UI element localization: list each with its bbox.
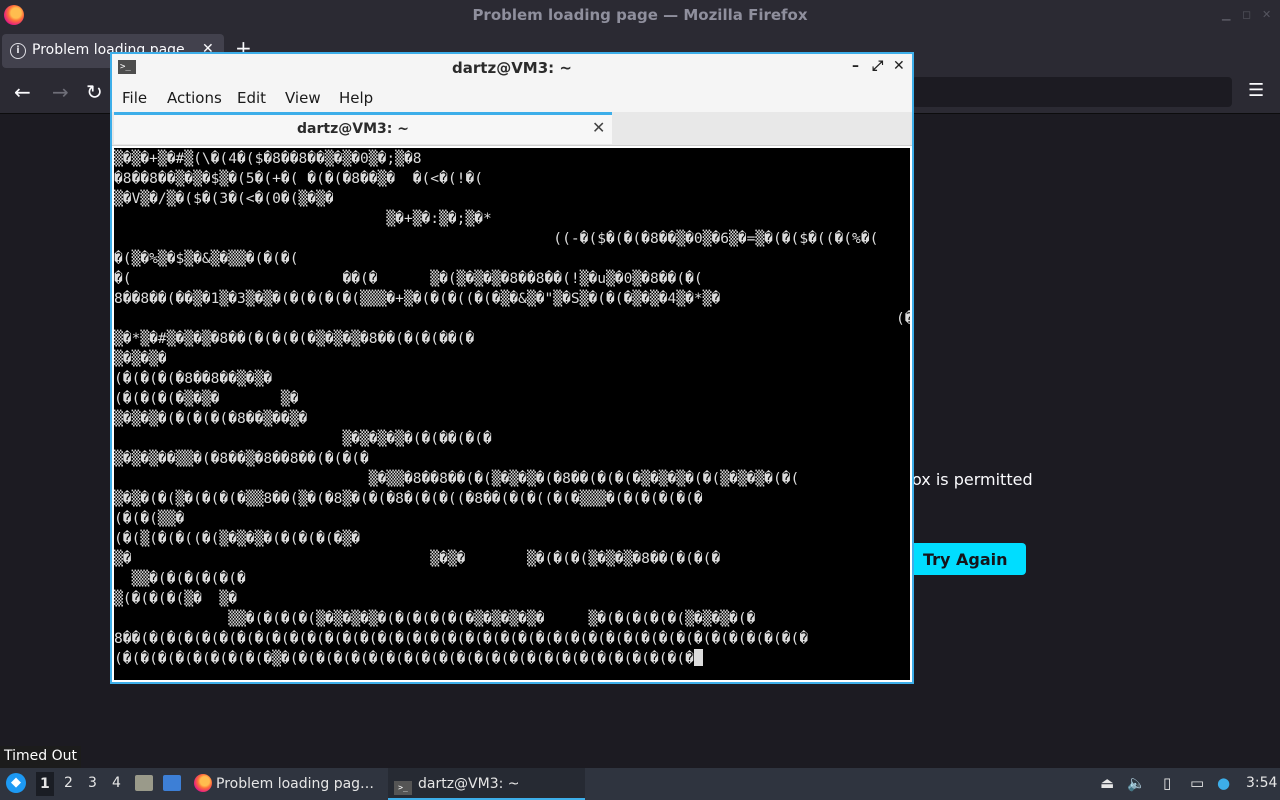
task-label: dartz@VM3: ~ (418, 776, 520, 792)
info-icon: i (10, 43, 26, 59)
clipboard-icon[interactable]: ▯ (1163, 774, 1171, 792)
terminal-tab-bar: dartz@VM3: ~ ✕ (112, 112, 912, 146)
terminal-line: ▒�▒�▒�▒�(�(��(�(� (114, 430, 492, 447)
terminal-line: ▒(�(�(�(▒� ▒� (114, 590, 238, 607)
terminal-line: ▒▒�(�(�(�(�(� (114, 570, 246, 587)
back-icon[interactable]: ← (14, 80, 31, 104)
terminal-titlebar: >_ dartz@VM3: ~ – ⤢ ✕ (112, 54, 912, 82)
terminal-line: ▒�▒�+▒�#▒(\�(4�($�8��8��▒�▒�0▒�;▒�8 (114, 150, 422, 167)
terminal-line: ▒�▒�(�(▒�(�(�(�▒▒8��(▒�(�8▒�(�(�8�(�(�((… (114, 490, 703, 507)
terminal-line: (�(� (114, 310, 910, 327)
try-again-button[interactable]: Try Again (909, 543, 1026, 575)
maximize-icon[interactable]: ◻ (1242, 8, 1251, 21)
app-launcher-icon[interactable]: ◆ (6, 773, 26, 793)
display-icon[interactable]: ▭ (1190, 774, 1204, 792)
terminal-line: �8��8��▒�▒�$▒�(5�(+�( �(�(�8��▒� �(<�(!�… (114, 170, 484, 187)
terminal-line: �( ��(� ▒�(▒�▒�▒�8��8��(!▒�u▒�0▒�8��(�( (114, 270, 703, 287)
error-text: ox is permitted (912, 470, 1033, 489)
terminal-output[interactable]: ▒�▒�+▒�#▒(\�(4�($�8��8��▒�▒�0▒�;▒�8 �8��8… (114, 148, 910, 680)
terminal-line: ▒�V▒�/▒�($�(3�(<�(0�(▒�▒� (114, 190, 334, 207)
terminal-tab-label: dartz@VM3: ~ (297, 121, 409, 137)
notification-icon[interactable]: ● (1217, 774, 1230, 792)
terminal-line: 8��(�(�(�(�(�(�(�(�(�(�(�(�(�(�(�(�(�(�(… (114, 630, 809, 647)
workspace-1[interactable]: 1 (36, 772, 54, 796)
menu-view[interactable]: View (285, 89, 321, 107)
terminal-line: ▒�▒�▒��▒▒�(�8��▒�8��8��(�(�(� (114, 450, 369, 467)
terminal-line: ▒�▒▒�8��8��(�(▒�▒�▒�(�8��(�(�(�▒�▒�▒�(�(… (114, 470, 800, 487)
terminal-line: ▒▒�(�(�(�(▒�▒�▒�▒�(�(�(�(�(�▒�▒�▒�▒� ▒�(… (114, 610, 756, 627)
menu-edit[interactable]: Edit (237, 89, 266, 107)
terminal-cursor (693, 649, 703, 666)
hamburger-menu-icon[interactable]: ☰ (1248, 80, 1264, 101)
terminal-line: ((-�($�(�(�8��▒�0▒�6▒�=▒�(�($�((�(%�( (114, 230, 879, 247)
terminal-window-title: dartz@VM3: ~ (452, 59, 572, 77)
tooltip: Timed Out (0, 746, 81, 768)
maximize-icon[interactable]: ⤢ (872, 58, 883, 74)
clock: 3:54 (1246, 775, 1278, 791)
reload-icon[interactable]: ↻ (86, 80, 103, 104)
task-label: Problem loading pag… (216, 776, 375, 792)
taskbar: ◆ 1 2 3 4 Problem loading pag… >_ dartz@V… (0, 768, 1280, 800)
menu-file[interactable]: File (122, 89, 147, 107)
workspace-3[interactable]: 3 (88, 775, 97, 791)
minimize-icon[interactable]: ▁ (1222, 8, 1230, 21)
file-manager-icon[interactable] (135, 775, 153, 791)
terminal-window: >_ dartz@VM3: ~ – ⤢ ✕ File Actions Edit … (110, 52, 914, 684)
tab-close-icon[interactable]: ✕ (592, 118, 605, 137)
volume-icon[interactable]: 🔈 (1127, 774, 1146, 792)
terminal-line: ▒�*▒�#▒�▒�▒�8��(�(�(�(�▒�▒�▒�8��(�(�(��(… (114, 330, 475, 347)
terminal-line: ▒�▒�▒�(�(�(�(�8��▒��▒� (114, 410, 308, 427)
terminal-line: ▒�+▒�:▒�;▒�* (114, 210, 492, 227)
terminal-line: �(▒�%▒�$▒�&▒�▒▒�(�(�( (114, 250, 299, 267)
workspace-2[interactable]: 2 (64, 775, 73, 791)
forward-icon[interactable]: → (52, 80, 69, 104)
url-bar[interactable] (912, 77, 1232, 107)
firefox-titlebar: Problem loading page — Mozilla Firefox ▁… (0, 0, 1280, 30)
terminal-tab[interactable]: dartz@VM3: ~ ✕ (114, 112, 612, 144)
terminal-menu-bar: File Actions Edit View Help (112, 82, 912, 112)
storage-icon[interactable]: ⏏ (1100, 774, 1114, 792)
firefox-icon (194, 774, 212, 792)
minimize-icon[interactable]: – (852, 58, 859, 74)
task-terminal[interactable]: >_ dartz@VM3: ~ (388, 768, 585, 800)
terminal-line: (�(�(�(�8��8��▒�▒� (114, 370, 273, 387)
terminal-line: (�(�(�(�(�(�(�(�(�▒�(�(�(�(�(�(�(�(�(�(�… (114, 649, 910, 669)
terminal-icon: >_ (394, 781, 412, 795)
menu-actions[interactable]: Actions (167, 89, 222, 107)
firefox-window-title: Problem loading page — Mozilla Firefox (472, 6, 808, 24)
terminal-line: (�(▒(�(�((�(▒�▒�▒�(�(�(�(�▒� (114, 530, 361, 547)
terminal-line: ▒�▒�▒� (114, 350, 167, 367)
show-desktop-icon[interactable] (163, 775, 181, 791)
terminal-line: (�(�(▒▒� (114, 510, 185, 527)
workspace-4[interactable]: 4 (112, 775, 121, 791)
close-icon[interactable]: ✕ (893, 58, 905, 74)
menu-help[interactable]: Help (339, 89, 373, 107)
terminal-line: 8��8��(��▒�1▒�3▒�▒�(�(�(�(�(▒▒▒�+▒�(�(�(… (114, 290, 721, 307)
terminal-line: ▒� ▒�▒� ▒�(�(�(▒�▒�▒�8��(�(�(� (114, 550, 721, 567)
task-firefox[interactable]: Problem loading pag… (190, 768, 382, 800)
close-icon[interactable]: ✕ (1262, 8, 1271, 21)
terminal-line: (�(�(�(�▒�▒� ▒� (114, 390, 299, 407)
